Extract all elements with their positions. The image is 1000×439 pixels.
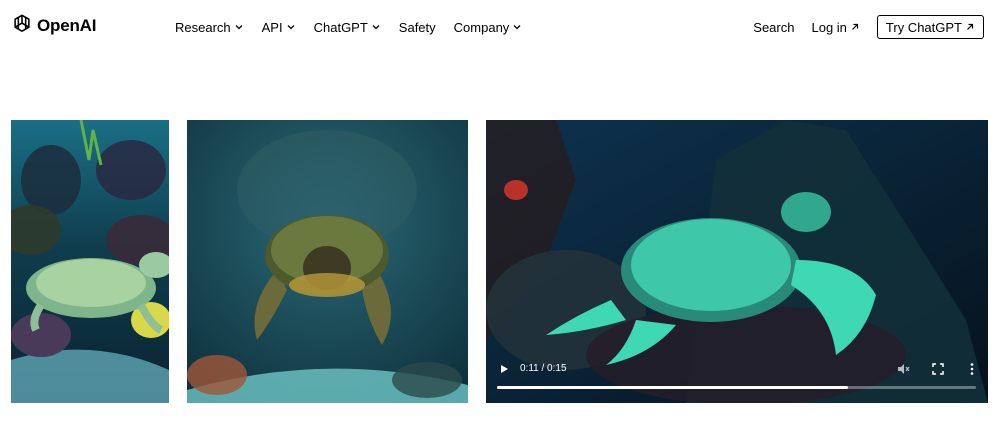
chevron-down-icon <box>371 22 381 32</box>
video-progress-bar[interactable] <box>497 386 976 389</box>
nav-item-safety[interactable]: Safety <box>399 20 436 35</box>
turtle-reef-scene <box>11 120 169 403</box>
nav-item-api[interactable]: API <box>262 20 296 35</box>
chevron-down-icon <box>286 22 296 32</box>
login-link[interactable]: Log in <box>811 20 859 35</box>
more-options-icon[interactable] <box>964 361 980 377</box>
top-navbar: OpenAI Research API ChatGPT Safety Compa… <box>0 0 1000 54</box>
main-menu: Research API ChatGPT Safety Company <box>175 17 540 37</box>
turtle-reef-image <box>11 120 169 403</box>
video-controls: 0:11 / 0:15 <box>486 353 988 403</box>
turtle-video-player[interactable]: 0:11 / 0:15 <box>486 120 988 403</box>
nav-item-company[interactable]: Company <box>454 20 523 35</box>
video-time: 0:11 / 0:15 <box>520 363 567 374</box>
login-label: Log in <box>811 19 847 35</box>
openai-logo-icon <box>11 13 33 40</box>
nav-item-research[interactable]: Research <box>175 20 244 35</box>
chevron-down-icon <box>234 22 244 32</box>
nav-item-label: ChatGPT <box>313 19 368 35</box>
search-link[interactable]: Search <box>753 20 794 35</box>
nav-item-label: Safety <box>398 19 436 35</box>
nav-item-label: Company <box>453 19 510 35</box>
nav-item-chatgpt[interactable]: ChatGPT <box>314 20 381 35</box>
nav-actions: Search Log in Try ChatGPT <box>753 15 984 39</box>
chevron-down-icon <box>512 22 522 32</box>
brand-logo[interactable]: OpenAI <box>11 13 97 40</box>
video-progress-fill <box>497 386 849 389</box>
turtle-swimming-image <box>187 120 468 403</box>
arrow-up-right-icon <box>965 22 975 32</box>
arrow-up-right-icon <box>850 22 860 32</box>
play-button[interactable] <box>494 359 514 379</box>
nav-item-label: Research <box>175 19 231 35</box>
fullscreen-icon[interactable] <box>930 361 946 377</box>
play-icon <box>501 365 508 373</box>
nav-item-label: API <box>261 19 283 35</box>
mute-icon[interactable] <box>895 361 911 377</box>
brand-name: OpenAI <box>37 16 97 35</box>
try-chatgpt-button[interactable]: Try ChatGPT <box>876 15 984 39</box>
try-chatgpt-label: Try ChatGPT <box>885 19 962 35</box>
turtle-swimming-scene <box>187 120 468 403</box>
